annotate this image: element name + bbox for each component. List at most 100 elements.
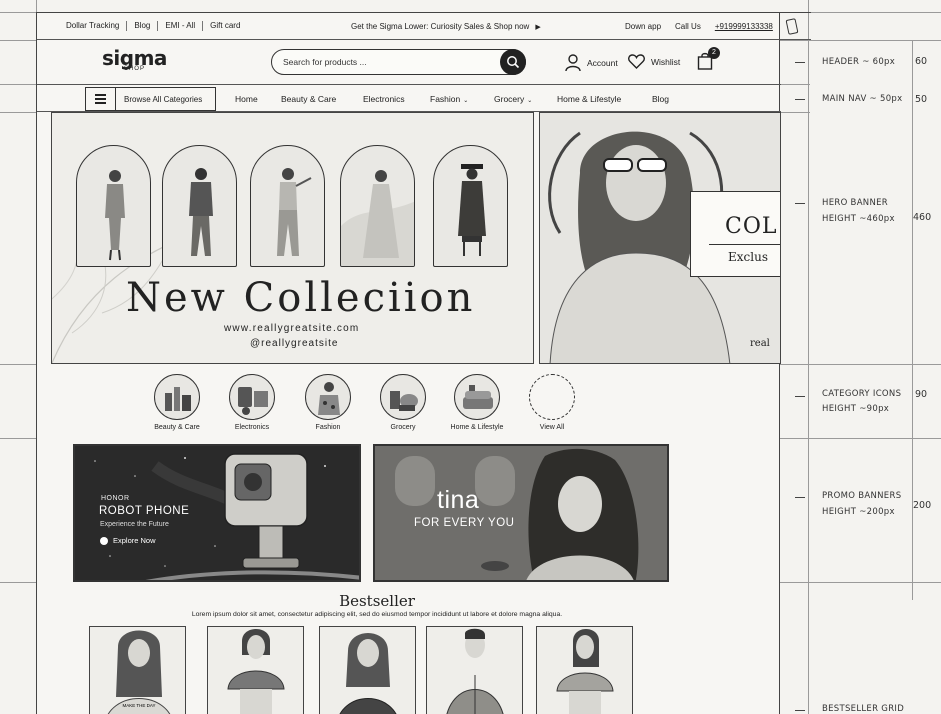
category-label: Electronics (234, 424, 270, 431)
collection-label-box: COL Exclus (690, 191, 780, 277)
explore-now-link[interactable]: Explore Now (100, 536, 156, 545)
home-lifestyle-icon (454, 374, 500, 420)
phone-icon[interactable] (785, 18, 799, 35)
annotation-tick (795, 396, 805, 397)
browse-categories-label: Browse All Categories (124, 94, 203, 104)
top-link-dollar-tracking[interactable]: Dollar Tracking (59, 21, 128, 31)
browse-categories-button[interactable]: Browse All Categories (85, 87, 216, 111)
category-icons: Beauty & Care Electronics Fashion Grocer… (37, 364, 781, 440)
category-home-lifestyle[interactable]: Home & Lifestyle (445, 374, 509, 431)
top-link-gift-card[interactable]: Gift card (203, 21, 247, 31)
wishlist-link[interactable]: Wishlist (628, 54, 680, 69)
nav-item-home-lifestyle[interactable]: Home & Lifestyle (557, 94, 621, 104)
product-card[interactable] (319, 626, 416, 714)
nav-item-electronics[interactable]: Electronics (363, 94, 405, 104)
view-all-icon (529, 374, 575, 420)
hero-title: New Colleciion (126, 275, 476, 321)
heart-icon (628, 54, 645, 69)
grocery-icon (380, 374, 426, 420)
promo-brand-title: tina (437, 486, 480, 514)
nav-item-home[interactable]: Home (235, 94, 258, 104)
top-links: Dollar Tracking Blog EMI - All Gift card (37, 21, 247, 31)
promo-tagline: FOR EVERY YOU (414, 517, 515, 529)
chevron-down-icon: ⌄ (463, 98, 469, 104)
call-us-link[interactable]: Call Us (675, 22, 701, 31)
annotation-header: HEADER ~ 60px (822, 57, 896, 67)
annotation-hero-1: HERO BANNER (822, 198, 888, 208)
promo-banner-tina[interactable]: tina FOR EVERY YOU (373, 444, 669, 582)
side-subtitle: Exclus (728, 250, 768, 264)
nav-item-label: Electronics (363, 94, 405, 104)
top-link-emi[interactable]: EMI - All (158, 21, 204, 31)
top-promo[interactable]: Get the Sigma Lower: Curiosity Sales & S… (351, 22, 541, 31)
annotation-header-num: 60 (915, 56, 928, 67)
hero-handle: @reallygreatsite (250, 338, 339, 349)
nav-item-label: Fashion (430, 94, 461, 104)
hero-url: www.reallygreatsite.com (224, 323, 360, 334)
product-image: MAKE THE DAY (108, 630, 170, 714)
category-beauty-care[interactable]: Beauty & Care (145, 374, 209, 431)
annotation-promo-1: PROMO BANNERS (822, 491, 902, 501)
promo-banner-robot-phone[interactable]: HONOR ROBOT PHONE Experience the Future … (73, 444, 361, 582)
nav-item-beauty-care[interactable]: Beauty & Care (281, 94, 336, 104)
wishlist-label: Wishlist (651, 56, 681, 67)
promo-product-name: ROBOT PHONE (99, 505, 190, 517)
hero-side-banner[interactable]: COL Exclus real (539, 112, 781, 364)
logo[interactable]: sigma SHOP (102, 48, 167, 72)
download-app-link[interactable]: Down app (625, 22, 661, 31)
guide-line (808, 0, 809, 714)
divider (709, 244, 780, 245)
nav-item-blog[interactable]: Blog (652, 94, 669, 104)
product-card[interactable] (536, 626, 633, 714)
product-image (446, 628, 504, 714)
hero-banner[interactable]: New Colleciion www.reallygreatsite.com @… (51, 112, 534, 364)
category-label: Home & Lifestyle (450, 424, 504, 431)
section-title-bestseller: Bestseller (339, 592, 415, 610)
top-bar: Dollar Tracking Blog EMI - All Gift card… (37, 12, 811, 40)
promo-brand: HONOR (101, 495, 130, 502)
top-promo-text: Get the Sigma Lower: Curiosity Sales & S… (351, 22, 530, 31)
play-icon: ▶ (535, 24, 541, 31)
cta-label: Explore Now (113, 536, 156, 545)
product-card[interactable] (207, 626, 304, 714)
model-arch-image (433, 145, 508, 267)
account-link[interactable]: Account (565, 54, 618, 72)
product-image (339, 633, 397, 714)
category-fashion[interactable]: Fashion (296, 374, 360, 431)
phone-link[interactable]: +919999133338 (715, 22, 773, 31)
play-circle-icon (100, 536, 108, 545)
annotation-promo-2: HEIGHT ~200px (822, 507, 895, 517)
nav-item-grocery[interactable]: Grocery ⌄ (494, 94, 532, 104)
nav-item-label: Home & Lifestyle (557, 94, 622, 104)
top-link-blog[interactable]: Blog (127, 21, 159, 31)
header: sigma SHOP Account Wishlist 2 (37, 40, 781, 84)
user-icon (565, 54, 581, 72)
nav-item-fashion[interactable]: Fashion ⌄ (430, 94, 468, 104)
category-grocery[interactable]: Grocery (371, 374, 435, 431)
category-label: Beauty & Care (154, 424, 200, 431)
section-subtitle: Lorem ipsum dolor sit amet, consectetur … (191, 611, 563, 618)
annotation-hero-num: 460 (913, 212, 932, 223)
search-button[interactable] (500, 49, 526, 75)
annotation-cat-num: 90 (915, 389, 928, 400)
product-card[interactable] (426, 626, 523, 714)
product-image (227, 629, 285, 714)
annotation-tick (795, 203, 805, 204)
category-label: Grocery (390, 424, 416, 431)
annotation-hero-2: HEIGHT ~460px (822, 214, 895, 224)
main-nav: Browse All Categories Home Beauty & Care… (37, 84, 781, 112)
cart-button[interactable]: 2 (697, 47, 720, 75)
product-card[interactable]: MAKE THE DAY (89, 626, 186, 714)
category-label: Fashion (315, 424, 341, 431)
annotation-nav-num: 50 (915, 94, 928, 105)
menu-icon (86, 88, 116, 110)
category-electronics[interactable]: Electronics (220, 374, 284, 431)
page-frame: Dollar Tracking Blog EMI - All Gift card… (36, 12, 811, 714)
annotation-nav: MAIN NAV ~ 50px (822, 94, 903, 104)
nav-item-label: Blog (652, 94, 670, 104)
search-input[interactable] (283, 55, 483, 69)
promo-tagline: Experience the Future (100, 521, 169, 528)
model-arch-image (250, 145, 325, 267)
side-title: COL (725, 214, 778, 239)
category-view-all[interactable]: View All (520, 374, 584, 431)
